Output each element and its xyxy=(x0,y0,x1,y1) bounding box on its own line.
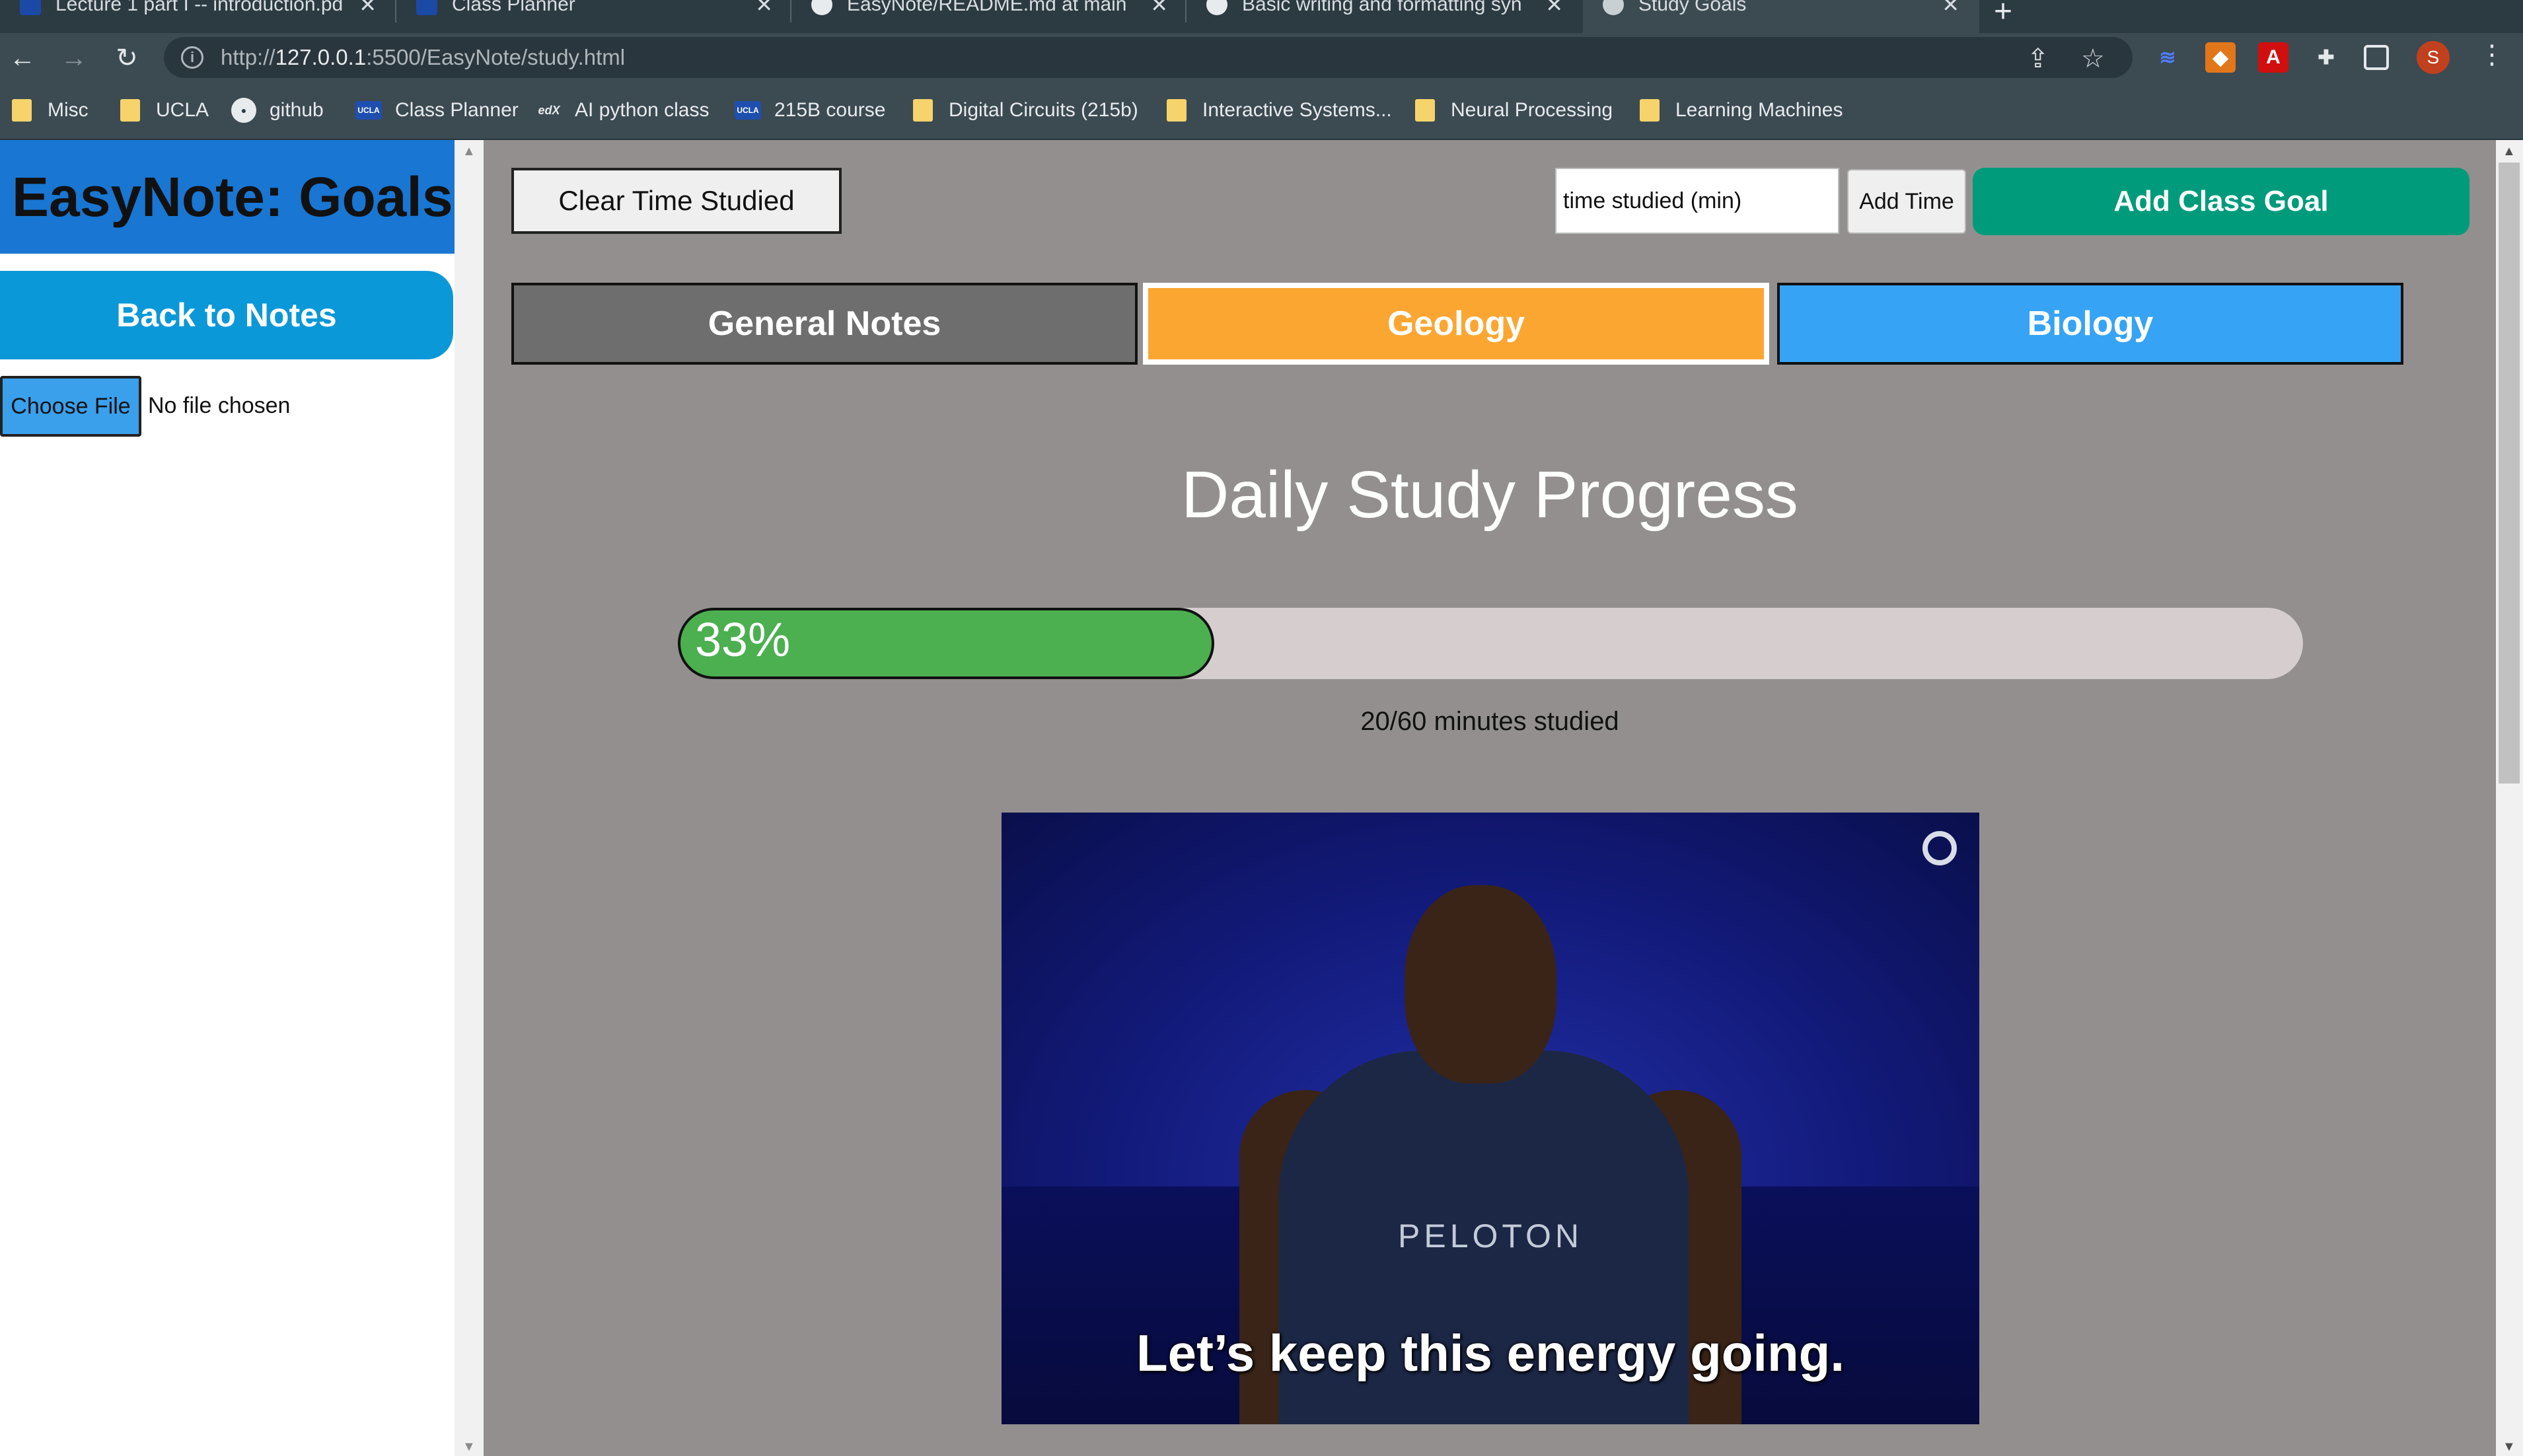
browser-tab-title: Class Planner xyxy=(452,0,575,15)
person-head xyxy=(1405,885,1556,1083)
acrobat-extension-icon[interactable]: A xyxy=(2258,42,2288,73)
close-tab-icon[interactable]: ✕ xyxy=(1942,0,1959,17)
bookmark-item[interactable]: Misc xyxy=(12,96,89,124)
browser-tab-active[interactable]: Study Goals ✕ xyxy=(1583,0,1979,33)
url-text: http://127.0.0.1:5500/EasyNote/study.htm… xyxy=(221,45,626,69)
motivation-gif: PELOTON Let’s keep this energy going. xyxy=(1002,813,1979,1424)
folder-icon xyxy=(120,99,140,122)
tab-general-notes[interactable]: General Notes xyxy=(511,283,1138,365)
close-tab-icon[interactable]: ✕ xyxy=(1150,0,1168,17)
add-time-button[interactable]: Add Time xyxy=(1847,169,1966,234)
close-tab-icon[interactable]: ✕ xyxy=(359,0,377,17)
shirt-logo-text: PELOTON xyxy=(1398,1218,1584,1255)
choose-file-button[interactable]: Choose File xyxy=(0,376,141,437)
bookmarks-bar: Misc UCLA ● github UCLA Class Planner ed… xyxy=(0,82,2523,140)
clear-time-studied-button[interactable]: Clear Time Studied xyxy=(511,168,842,234)
bookmark-label: Class Planner xyxy=(395,99,519,121)
sidebar-title: EasyNote: Goals xyxy=(0,140,455,254)
browser-tab[interactable]: Basic writing and formatting syn ✕ xyxy=(1187,0,1583,33)
progress-fill: 33% xyxy=(678,608,1214,679)
back-arrow-icon[interactable]: ← xyxy=(5,41,40,75)
globe-favicon-icon xyxy=(1603,0,1624,15)
github-favicon-icon xyxy=(811,0,832,15)
ucla-icon: UCLA xyxy=(355,101,382,120)
back-to-notes-button[interactable]: Back to Notes xyxy=(0,271,453,359)
browser-tab[interactable]: Class Planner ✕ xyxy=(396,0,793,33)
progress-title: Daily Study Progress xyxy=(1181,458,1798,532)
metamask-extension-icon[interactable]: ◆ xyxy=(2205,42,2236,73)
progress-bar: 33% xyxy=(678,608,2303,679)
extensions-puzzle-icon[interactable]: ✚ xyxy=(2311,42,2341,73)
bookmark-label: Misc xyxy=(48,99,89,121)
share-icon[interactable]: ⇪ xyxy=(2027,44,2049,74)
scroll-down-arrow-icon[interactable]: ▼ xyxy=(2503,1439,2516,1455)
github-icon: ● xyxy=(231,98,256,123)
sidebar: EasyNote: Goals Back to Notes Choose Fil… xyxy=(0,140,455,1456)
edx-icon: edX xyxy=(538,103,560,117)
scrollbar-thumb[interactable] xyxy=(2499,163,2520,783)
bookmark-item[interactable]: ● github xyxy=(231,96,324,124)
profile-avatar[interactable]: S xyxy=(2417,41,2450,74)
close-tab-icon[interactable]: ✕ xyxy=(755,0,773,17)
bookmark-item[interactable]: Learning Machines xyxy=(1640,96,1843,124)
browser-tab-title: Study Goals xyxy=(1638,0,1747,15)
page-scrollbar[interactable]: ▲ ▼ xyxy=(2496,140,2523,1456)
browser-toolbar: ← → ↻ i http://127.0.0.1:5500/EasyNote/s… xyxy=(0,33,2523,82)
forward-arrow-icon[interactable]: → xyxy=(57,41,91,75)
bookmark-item[interactable]: Interactive Systems... xyxy=(1167,96,1392,124)
bookmark-item[interactable]: edX AI python class xyxy=(536,96,709,124)
extension-wave-icon[interactable]: ≋ xyxy=(2152,42,2183,73)
tab-biology[interactable]: Biology xyxy=(1777,283,2403,365)
browser-tab[interactable]: Lecture 1 part I -- introduction.pd ✕ xyxy=(0,0,396,33)
folder-icon xyxy=(1415,99,1435,122)
more-menu-icon[interactable]: ⋮ xyxy=(2479,40,2505,70)
bookmark-label: Interactive Systems... xyxy=(1202,99,1392,121)
close-tab-icon[interactable]: ✕ xyxy=(1545,0,1563,17)
bookmark-item[interactable]: UCLA Class Planner xyxy=(355,96,519,124)
folder-icon xyxy=(1640,99,1660,122)
gif-caption: Let’s keep this energy going. xyxy=(1136,1324,1845,1382)
scroll-up-arrow-icon[interactable]: ▲ xyxy=(2503,144,2516,159)
folder-icon xyxy=(12,99,32,122)
new-tab-button[interactable]: + xyxy=(1994,0,2012,30)
file-status-text: No file chosen xyxy=(148,393,291,418)
bookmark-item[interactable]: Digital Circuits (215b) xyxy=(913,96,1138,124)
bookmark-item[interactable]: Neural Processing xyxy=(1415,96,1613,124)
bookmark-label: UCLA xyxy=(156,99,209,121)
add-class-goal-button[interactable]: Add Class Goal xyxy=(1973,168,2469,235)
side-panel-icon[interactable] xyxy=(2364,45,2389,70)
ucla-favicon-icon xyxy=(416,0,437,15)
scroll-up-arrow-icon[interactable]: ▲ xyxy=(462,144,476,159)
folder-icon xyxy=(913,99,933,122)
bookmark-label: Digital Circuits (215b) xyxy=(949,99,1138,121)
tab-geology[interactable]: Geology xyxy=(1143,283,1769,365)
main-content: Clear Time Studied Add Time Add Class Go… xyxy=(484,140,2496,1456)
reload-icon[interactable]: ↻ xyxy=(110,41,144,75)
ucla-icon: UCLA xyxy=(735,101,761,120)
minutes-studied-text: 20/60 minutes studied xyxy=(1360,707,1619,736)
bookmark-label: AI python class xyxy=(575,99,710,121)
progress-percent: 33% xyxy=(695,614,791,667)
folder-icon xyxy=(1167,99,1187,122)
bookmark-label: Learning Machines xyxy=(1675,99,1843,121)
browser-tab-title: EasyNote/README.md at main xyxy=(847,0,1127,15)
peloton-logo-icon xyxy=(1922,831,1957,865)
browser-tab-title: Lecture 1 part I -- introduction.pd xyxy=(55,0,344,15)
browser-tab-title: Basic writing and formatting syn xyxy=(1242,0,1522,15)
bookmark-label: github xyxy=(270,99,324,121)
bookmark-label: 215B course xyxy=(774,99,886,121)
site-info-icon[interactable]: i xyxy=(181,46,203,69)
github-favicon-icon xyxy=(1206,0,1227,15)
pdf-favicon-icon xyxy=(20,0,41,15)
bookmark-item[interactable]: UCLA xyxy=(120,96,209,124)
sidebar-scrollbar[interactable]: ▲ ▼ xyxy=(455,140,484,1456)
bookmark-star-icon[interactable]: ☆ xyxy=(2081,44,2105,74)
address-bar[interactable]: i http://127.0.0.1:5500/EasyNote/study.h… xyxy=(164,37,2133,78)
browser-tab-strip: Lecture 1 part I -- introduction.pd ✕ Cl… xyxy=(0,0,2523,33)
bookmark-label: Neural Processing xyxy=(1451,99,1613,121)
scroll-down-arrow-icon[interactable]: ▼ xyxy=(462,1439,476,1455)
browser-tab[interactable]: EasyNote/README.md at main ✕ xyxy=(791,0,1188,33)
bookmark-item[interactable]: UCLA 215B course xyxy=(735,96,885,124)
time-studied-input[interactable] xyxy=(1555,168,1839,234)
